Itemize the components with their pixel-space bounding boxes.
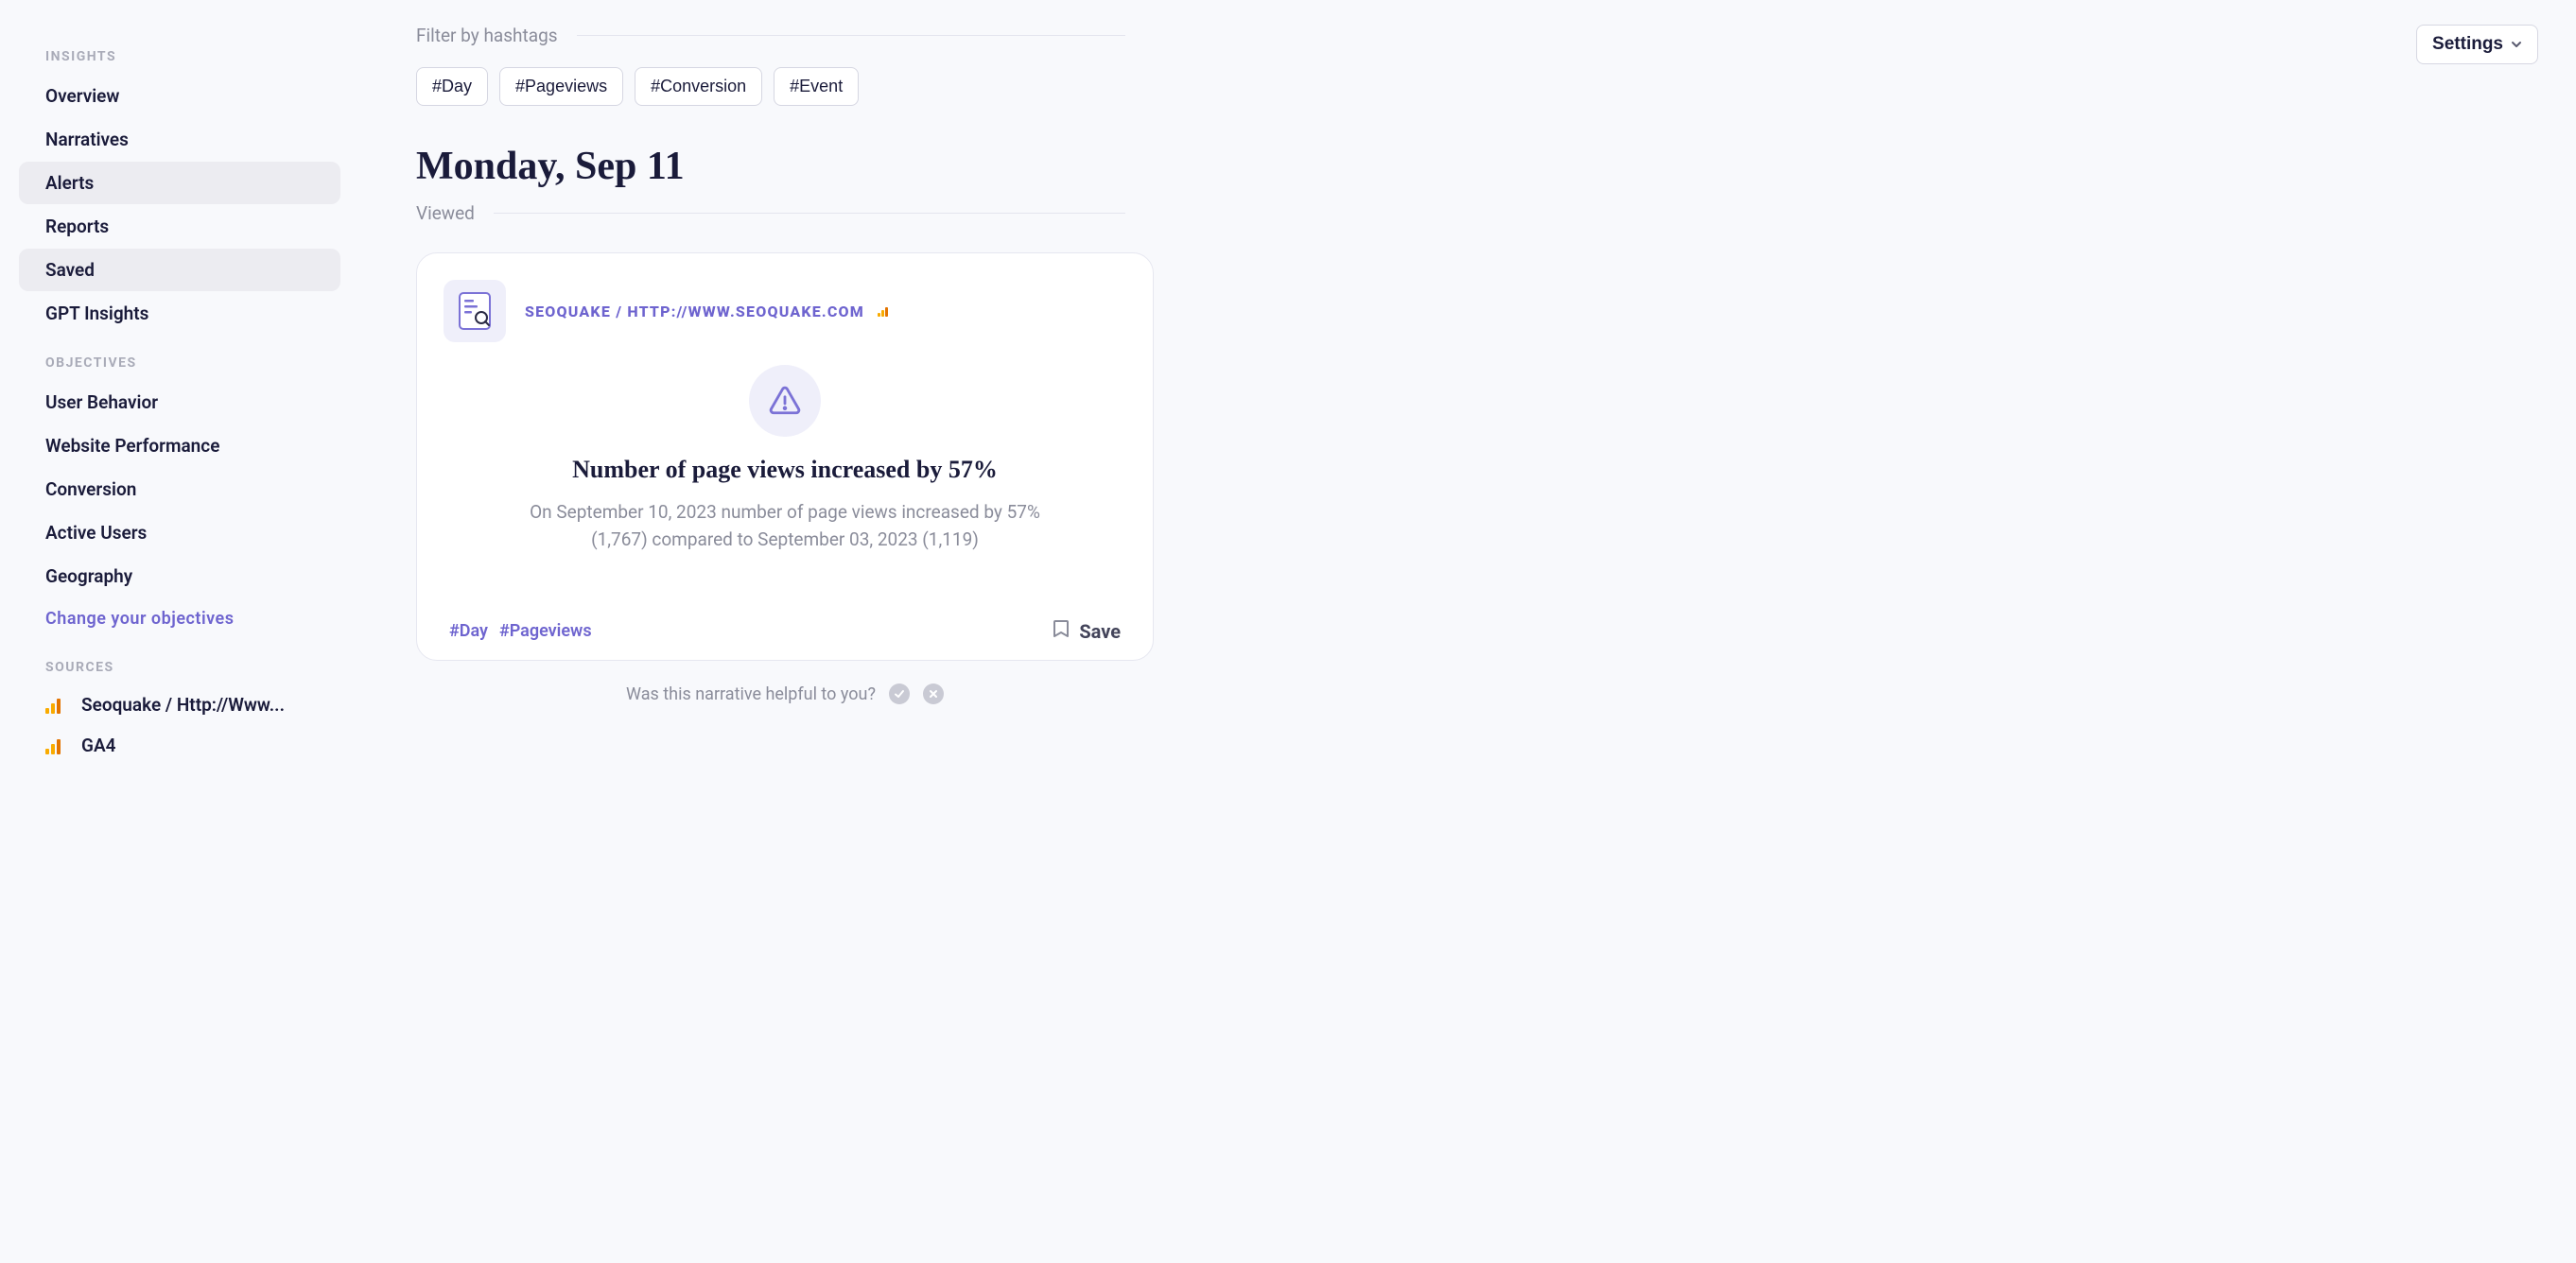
- sidebar-item-overview[interactable]: Overview: [19, 75, 340, 117]
- source-item-ga4[interactable]: GA4: [19, 725, 340, 766]
- source-item-seoquake[interactable]: Seoquake / Http://Www...: [19, 684, 340, 725]
- card-source-label[interactable]: SEOQUAKE / HTTP://WWW.SEOQUAKE.COM: [525, 303, 864, 320]
- sidebar-item-saved[interactable]: Saved: [19, 249, 340, 291]
- alert-icon: [749, 365, 821, 437]
- sidebar-item-geography[interactable]: Geography: [19, 555, 340, 597]
- settings-button[interactable]: Settings: [2416, 25, 2538, 64]
- sidebar-item-reports[interactable]: Reports: [19, 205, 340, 248]
- save-button[interactable]: Save: [1053, 619, 1121, 643]
- sidebar-section-objectives-title: OBJECTIVES: [19, 346, 340, 380]
- sidebar-item-alerts[interactable]: Alerts: [19, 162, 340, 204]
- card-tag-pageviews[interactable]: #Pageviews: [499, 621, 592, 641]
- sidebar-item-conversion[interactable]: Conversion: [19, 468, 340, 510]
- feedback-row: Was this narrative helpful to you?: [416, 683, 1154, 704]
- hashtag-day[interactable]: #Day: [416, 67, 488, 106]
- document-icon: [444, 280, 506, 342]
- narrative-card: SEOQUAKE / HTTP://WWW.SEOQUAKE.COM Numbe…: [416, 252, 1154, 661]
- main-content: Filter by hashtags #Day #Pageviews #Conv…: [359, 0, 2576, 1263]
- status-label: Viewed: [416, 202, 475, 224]
- card-description: On September 10, 2023 number of page vie…: [520, 499, 1050, 553]
- filter-label: Filter by hashtags: [416, 25, 558, 46]
- sidebar-item-user-behavior[interactable]: User Behavior: [19, 381, 340, 424]
- analytics-icon: [45, 737, 62, 754]
- filter-area: Filter by hashtags #Day #Pageviews #Conv…: [416, 25, 1125, 106]
- source-label: GA4: [81, 735, 314, 756]
- sidebar-item-gpt-insights[interactable]: GPT Insights: [19, 292, 340, 335]
- bookmark-icon: [1053, 619, 1070, 643]
- feedback-yes-button[interactable]: [889, 683, 910, 704]
- change-objectives-link[interactable]: Change your objectives: [19, 598, 340, 639]
- card-title: Number of page views increased by 57%: [444, 456, 1126, 484]
- feedback-prompt: Was this narrative helpful to you?: [626, 684, 876, 704]
- hashtag-pageviews[interactable]: #Pageviews: [499, 67, 623, 106]
- analytics-icon: [878, 305, 889, 317]
- date-heading: Monday, Sep 11: [416, 144, 2538, 189]
- card-tag-day[interactable]: #Day: [449, 621, 488, 641]
- sidebar-section-insights-title: INSIGHTS: [19, 40, 340, 74]
- source-label: Seoquake / Http://Www...: [81, 694, 314, 716]
- sidebar: INSIGHTS Overview Narratives Alerts Repo…: [0, 0, 359, 1263]
- hashtag-row: #Day #Pageviews #Conversion #Event: [416, 67, 1125, 106]
- card-tags: #Day #Pageviews: [449, 621, 592, 641]
- hashtag-conversion[interactable]: #Conversion: [635, 67, 762, 106]
- sidebar-item-website-performance[interactable]: Website Performance: [19, 424, 340, 467]
- save-label: Save: [1079, 620, 1121, 643]
- sidebar-item-narratives[interactable]: Narratives: [19, 118, 340, 161]
- chevron-down-icon: [2511, 39, 2522, 50]
- divider: [494, 213, 1125, 214]
- divider: [577, 35, 1125, 36]
- sidebar-section-sources-title: SOURCES: [19, 650, 340, 684]
- settings-label: Settings: [2432, 34, 2503, 55]
- analytics-icon: [45, 697, 62, 714]
- sidebar-item-active-users[interactable]: Active Users: [19, 511, 340, 554]
- hashtag-event[interactable]: #Event: [774, 67, 859, 106]
- feedback-no-button[interactable]: [923, 683, 944, 704]
